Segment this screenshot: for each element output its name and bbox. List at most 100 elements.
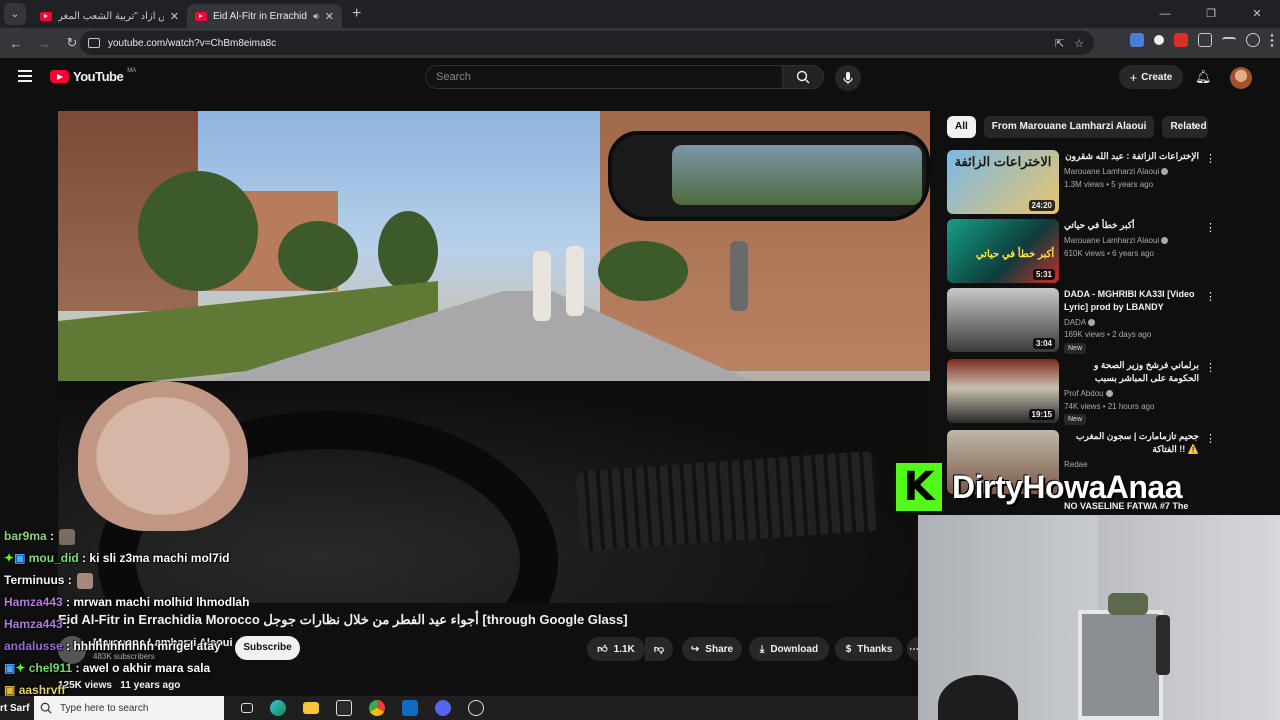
red-extension-icon[interactable] <box>1174 33 1188 47</box>
country-code: MA <box>127 67 137 74</box>
profile-icon[interactable] <box>1246 33 1260 47</box>
recommendation-item[interactable]: الاختراعات الزائفة 24:20 الإختراعات الزا… <box>947 150 1237 214</box>
discord-icon[interactable] <box>435 700 451 716</box>
window-controls: — ❐ ✕ <box>1142 0 1280 28</box>
more-options-icon[interactable]: ⋮ <box>1205 361 1216 374</box>
tab-close-icon[interactable]: ✕ <box>170 10 179 23</box>
restore-button[interactable]: ❐ <box>1188 0 1234 28</box>
install-icon[interactable]: ⇱ <box>1055 37 1064 50</box>
youtube-favicon-icon <box>195 11 207 21</box>
create-button[interactable]: + Create <box>1119 65 1183 89</box>
video-thumbnail[interactable]: الاختراعات الزائفة 24:20 <box>947 150 1059 214</box>
translate-extension-icon[interactable] <box>1130 33 1144 47</box>
kick-streamer-banner: K DirtyHowaAnaa <box>896 460 1280 514</box>
recommendation-item[interactable]: 3:04 DADA - MGHRIBI KA33I [Video Lyric] … <box>947 288 1237 354</box>
minimize-button[interactable]: — <box>1142 0 1188 28</box>
video-thumbnail[interactable]: 3:04 <box>947 288 1059 352</box>
back-icon[interactable]: ← <box>4 36 28 51</box>
chip-all[interactable]: All <box>947 116 976 138</box>
task-view-icon[interactable] <box>241 703 253 713</box>
chat-text: awel o akhir mara sala <box>82 661 211 675</box>
video-frame-rearview-mirror <box>608 131 930 221</box>
close-window-button[interactable]: ✕ <box>1234 0 1280 28</box>
tab-search-icon[interactable]: ⌄ <box>4 3 26 25</box>
filter-chips: All From Marouane Lamharzi Alaoui Relate… <box>947 116 1209 138</box>
thumbs-down-icon: 👎︎ <box>653 644 665 655</box>
tab-inactive[interactable]: اخوش أزاد "تربية الشعب المغر... ✕ <box>32 4 187 28</box>
more-options-icon[interactable]: ⋮ <box>1205 432 1216 445</box>
dislike-button[interactable]: 👎︎ <box>645 637 673 661</box>
forward-icon[interactable]: → <box>32 36 56 51</box>
chevron-right-icon[interactable]: › <box>1193 121 1197 133</box>
search-input[interactable]: Search <box>425 65 783 89</box>
share-icon: ↪ <box>690 643 700 655</box>
youtube-logo[interactable]: YouTube MA <box>50 67 137 84</box>
speaker-icon[interactable]: 🔊︎ <box>313 11 319 22</box>
download-button[interactable]: ⤓ Download <box>749 637 829 661</box>
recommendation-meta: 74K views • 21 hours ago <box>1064 402 1155 411</box>
taskbar-overlay-text: rt Sarf <box>0 702 30 714</box>
chat-message: Hamza443 : mrwan machi molhid lhmodlah <box>4 595 250 609</box>
more-options-icon[interactable]: ⋮ <box>1205 290 1216 303</box>
store-icon[interactable] <box>336 700 352 716</box>
recommendation-item[interactable]: أكبر خطأ في حياتي 5:31 أكبر خطأ في حياتي… <box>947 219 1237 283</box>
moderator-badge-icon: ✦ <box>4 551 15 565</box>
tab-title: اخوش أزاد "تربية الشعب المغر... <box>58 10 164 22</box>
recommendation-channel: Prof Abdou <box>1064 389 1113 398</box>
download-label: Download <box>770 643 819 655</box>
recommendation-title: أكبر خطأ في حياتي <box>1064 220 1135 230</box>
video-duration: 19:15 <box>1028 409 1055 420</box>
notifications-bell-icon[interactable]: 🔔︎ <box>1195 69 1212 85</box>
chip-related[interactable]: Related <box>1162 116 1209 138</box>
video-frame-hand <box>78 381 248 531</box>
account-avatar[interactable] <box>1230 67 1252 89</box>
menu-icon[interactable] <box>18 70 32 82</box>
url-text: youtube.com/watch?v=ChBm8eima8c <box>108 37 277 49</box>
edge-icon[interactable] <box>270 700 286 716</box>
chat-username: Hamza443 <box>4 617 63 631</box>
more-options-icon[interactable]: ⋮ <box>1205 221 1216 234</box>
thanks-icon: $ <box>845 643 852 655</box>
search-button[interactable] <box>782 65 824 89</box>
chrome-menu-icon[interactable] <box>1270 33 1274 47</box>
voice-search-button[interactable] <box>835 65 861 91</box>
chat-text: hhhhhhhhhhh mrigel atay <box>73 639 221 653</box>
recommendation-item[interactable]: 19:15 برلماني فرشخ وزير الصحة و الحكومة … <box>947 359 1237 425</box>
address-bar[interactable]: youtube.com/watch?v=ChBm8eima8c ⇱ ☆ <box>80 31 1094 55</box>
plus-icon: + <box>1129 69 1138 85</box>
kick-logo-icon: K <box>896 463 942 511</box>
video-thumbnail[interactable]: 19:15 <box>947 359 1059 423</box>
file-explorer-icon[interactable] <box>303 702 319 714</box>
thanks-button[interactable]: $ Thanks <box>835 637 903 661</box>
outlook-icon[interactable] <box>402 700 418 716</box>
recommendation-meta: 1.3M views • 5 years ago <box>1064 180 1154 189</box>
obs-icon[interactable] <box>468 700 484 716</box>
create-label: Create <box>1141 71 1173 83</box>
puzzle-extensions-icon[interactable] <box>1198 33 1212 47</box>
recommendation-title: برلماني فرشخ وزير الصحة و الحكومة على ال… <box>1094 360 1199 383</box>
moderator-badge-icon: ✦ <box>15 661 26 675</box>
extension-icon[interactable] <box>1154 35 1164 45</box>
reading-list-icon[interactable] <box>1222 37 1236 45</box>
tab-close-icon[interactable]: ✕ <box>325 10 334 23</box>
youtube-wordmark: YouTube <box>73 69 124 84</box>
chat-text: ki sli z3ma machi mol7id <box>89 551 230 565</box>
new-tab-button[interactable]: + <box>352 5 361 23</box>
more-options-icon[interactable]: ⋮ <box>1205 152 1216 165</box>
site-info-icon[interactable] <box>88 38 100 48</box>
video-thumbnail[interactable]: أكبر خطأ في حياتي 5:31 <box>947 219 1059 283</box>
browser-tab-strip: ⌄ اخوش أزاد "تربية الشعب المغر... ✕ Eid … <box>0 0 1280 28</box>
share-button[interactable]: ↪ Share <box>682 637 742 661</box>
chrome-icon[interactable] <box>369 700 385 716</box>
taskbar-search-placeholder: Type here to search <box>60 702 149 714</box>
chat-username: Hamza443 <box>4 595 63 609</box>
recommendation-channel: Marouane Lamharzi Alaoui <box>1064 167 1169 176</box>
taskbar-search[interactable]: Type here to search <box>34 696 224 720</box>
microphone-icon <box>843 72 853 84</box>
verified-icon <box>1161 168 1169 176</box>
video-duration: 5:31 <box>1032 269 1055 280</box>
chip-from-channel[interactable]: From Marouane Lamharzi Alaoui <box>983 116 1155 138</box>
bookmark-star-icon[interactable]: ☆ <box>1074 37 1084 50</box>
tab-active[interactable]: Eid Al-Fitr in Errachidia Mo 🔊︎ ✕ <box>187 4 342 28</box>
thumbnail-caption: الاختراعات الزائفة <box>954 154 1052 169</box>
